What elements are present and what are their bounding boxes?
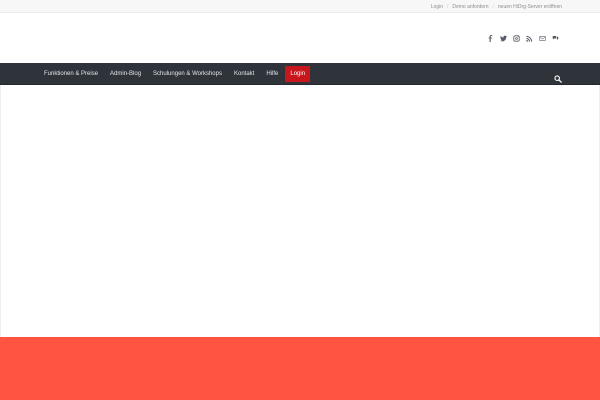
- nav-menu: Funktionen & Preise Admin-Blog Schulunge…: [38, 63, 311, 85]
- search-icon[interactable]: [554, 70, 562, 83]
- social-icons: [486, 33, 560, 43]
- nav-item-admin-blog[interactable]: Admin-Blog: [104, 63, 147, 85]
- nav-item-features-pricing[interactable]: Funktionen & Preise: [38, 63, 104, 85]
- nav-item-help[interactable]: Hilfe: [260, 63, 284, 85]
- top-link-new-server[interactable]: neuen HiDrg-Server eröffnen: [498, 4, 562, 10]
- nav-item-contact[interactable]: Kontakt: [228, 63, 260, 85]
- top-link-demo[interactable]: Demo anfordern: [452, 4, 488, 10]
- nav-item-trainings-workshops[interactable]: Schulungen & Workshops: [147, 63, 228, 85]
- instagram-icon[interactable]: [512, 34, 521, 43]
- chat-icon[interactable]: [551, 34, 560, 43]
- main-content: [0, 85, 600, 337]
- mail-icon[interactable]: [538, 34, 547, 43]
- main-navigation: Funktionen & Preise Admin-Blog Schulunge…: [0, 63, 600, 85]
- footer-band: [0, 337, 600, 400]
- top-link-separator: /: [446, 3, 449, 10]
- twitter-icon[interactable]: [499, 34, 508, 43]
- top-links: Login / Demo anfordern / neuen HiDrg-Ser…: [431, 0, 562, 13]
- top-link-separator: /: [492, 3, 494, 10]
- facebook-icon[interactable]: [486, 34, 495, 43]
- rss-icon[interactable]: [525, 34, 534, 43]
- site-header: [0, 13, 600, 63]
- top-bar: Login / Demo anfordern / neuen HiDrg-Ser…: [0, 0, 600, 13]
- nav-item-login[interactable]: Login: [285, 66, 311, 82]
- top-link-login[interactable]: Login: [431, 4, 443, 10]
